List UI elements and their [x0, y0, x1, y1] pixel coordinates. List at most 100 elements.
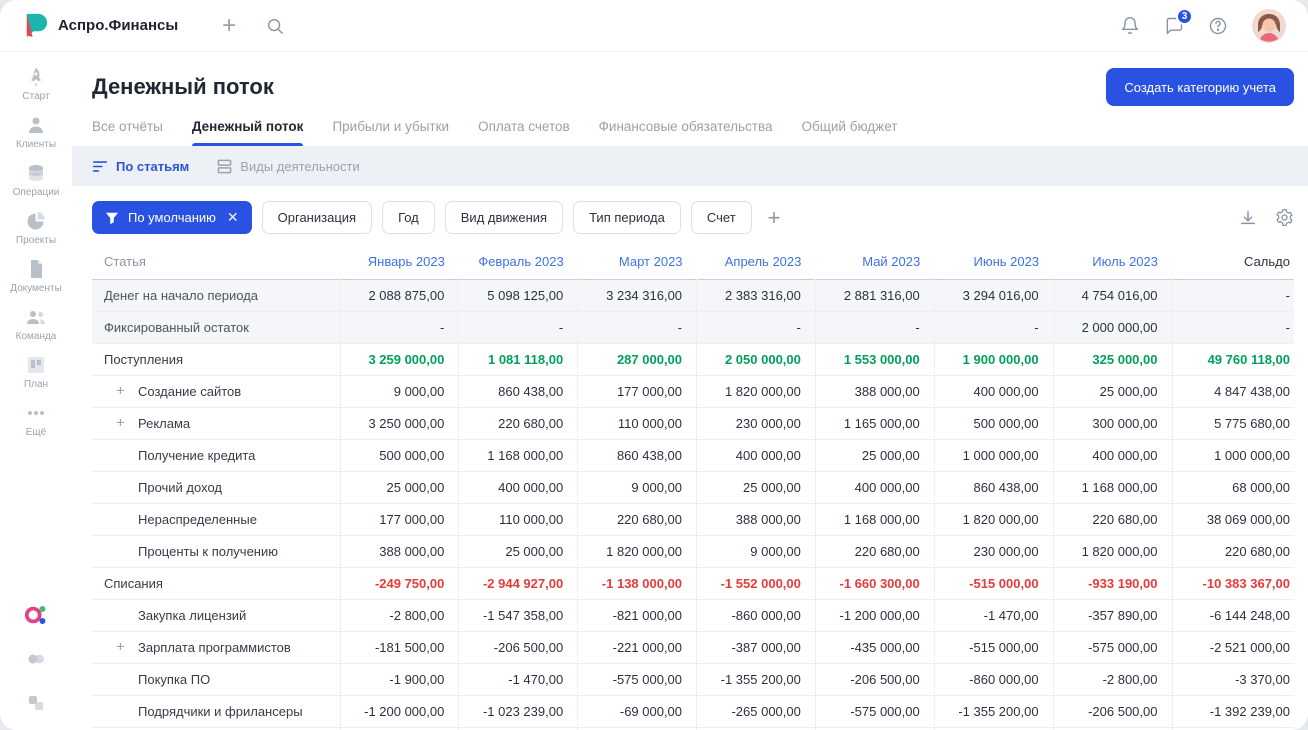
table-row[interactable]: Покупка ПО -1 900,00 -1 470,00 -575 000,00-… [92, 663, 1294, 696]
search-button[interactable] [266, 17, 284, 35]
table-row[interactable]: Получение кредита 500 000,00 1 168 000,00 8… [92, 439, 1294, 472]
cell-value: - [577, 311, 697, 344]
row-label: Покупка ПО [92, 663, 340, 696]
row-label: Закупка лицензий [92, 599, 340, 632]
aspro-brand-icon[interactable] [24, 604, 48, 626]
sidebar-item-plan[interactable]: План [24, 354, 48, 390]
cell-value: -1 200 000,00 [339, 695, 459, 728]
cell-value: 5 098 125,00 [458, 279, 578, 312]
table-row[interactable]: Закупка лицензий -2 800,00 -1 547 358,00 -8… [92, 599, 1294, 632]
cell-value: -1 660 300,00 [814, 567, 935, 600]
table-row[interactable]: Фиксированный остаток - - - - - -2 000 000,00- [92, 311, 1294, 344]
filter-chip-4[interactable]: Счет [690, 201, 752, 234]
tab-liabilities[interactable]: Финансовые обязательства [599, 119, 773, 146]
cell-value: 860 438,00 [577, 439, 697, 472]
cell-saldo: - [1171, 279, 1294, 312]
row-label: Списания [92, 567, 340, 600]
sidebar-item-clients[interactable]: Клиенты [16, 114, 56, 150]
active-filter-chip[interactable]: По умолчанию ✕ [92, 201, 252, 234]
puzzle-icon[interactable] [26, 648, 46, 670]
table-row[interactable]: Прочий доход 25 000,00 400 000,00 9 000,00 2… [92, 471, 1294, 504]
sidebar-item-operations[interactable]: Операции [12, 162, 60, 198]
add-filter-button[interactable]: + [768, 206, 781, 229]
col-month-2[interactable]: Март 2023 [578, 245, 697, 279]
cell-value: -1 023 239,00 [458, 695, 578, 728]
table-row[interactable]: Списания -249 750,00 -2 944 927,00 -1 138 0… [92, 567, 1294, 600]
grid-icon [217, 159, 232, 174]
tab-cash-flow[interactable]: Денежный поток [191, 119, 303, 146]
col-month-5[interactable]: Июнь 2023 [934, 245, 1053, 279]
filter-chip-3[interactable]: Тип периода [573, 201, 681, 234]
topbar-left: Аспро.Финансы + [22, 12, 284, 39]
col-month-3[interactable]: Апрель 2023 [697, 245, 816, 279]
filter-chip-2[interactable]: Вид движения [444, 201, 564, 234]
sidebar-item-more[interactable]: Ещё [25, 402, 47, 438]
tab-invoice-payment[interactable]: Оплата счетов [478, 119, 570, 146]
documents-icon [25, 258, 47, 280]
clear-filter-icon[interactable]: ✕ [227, 209, 239, 226]
cell-value: -265 000,00 [696, 695, 816, 728]
sidebar-item-start[interactable]: Старт [22, 66, 50, 102]
sidebar-item-label: План [23, 379, 49, 390]
expand-icon[interactable]: + [116, 640, 125, 655]
help-button[interactable] [1208, 16, 1228, 36]
sidebar-item-projects[interactable]: Проекты [16, 210, 56, 246]
cell-value: 500 000,00 [339, 439, 459, 472]
expand-icon[interactable]: + [116, 384, 125, 399]
app-body: Старт Клиенты Операции Проекты Документы Кома… [0, 52, 1308, 730]
more-icon [25, 402, 47, 424]
cell-value: -249 750,00 [339, 567, 459, 600]
sidebar-item-team[interactable]: Команда [16, 306, 56, 342]
table-row[interactable]: Нераспределенные 177 000,00 110 000,00 220 … [92, 503, 1294, 536]
table-row[interactable]: Поступления 3 259 000,00 1 081 118,00 287 0… [92, 343, 1294, 376]
row-label: + Создание сайтов [92, 375, 340, 408]
table-row[interactable]: Подрядчики и фрилансеры -1 200 000,00 -1 0… [92, 695, 1294, 728]
table-row[interactable]: Денег на начало периода 2 088 875,00 5 098… [92, 279, 1294, 312]
expand-icon[interactable]: + [116, 416, 125, 431]
operations-icon [25, 162, 47, 184]
funnel-icon [105, 211, 119, 225]
filter-chip-1[interactable]: Год [382, 201, 435, 234]
quick-add-button[interactable]: + [222, 13, 236, 38]
table-row[interactable]: + Зарплата программистов -181 500,00 -206 5… [92, 631, 1294, 664]
export-button[interactable] [1239, 209, 1257, 227]
cell-value: -2 800,00 [1052, 663, 1172, 696]
cell-value: 287 000,00 [577, 343, 697, 376]
filter-chip-0[interactable]: Организация [261, 201, 373, 234]
cell-value: 2 050 000,00 [696, 343, 816, 376]
app-window: Аспро.Финансы + 3 Старт Клиенты Операции… [0, 0, 1308, 730]
col-month-1[interactable]: Февраль 2023 [459, 245, 578, 279]
notifications-button[interactable] [1120, 16, 1140, 36]
cell-value: -1 547 358,00 [458, 599, 578, 632]
cell-value: -1 355 200,00 [696, 663, 816, 696]
row-label: Поступления [92, 343, 340, 376]
tab-profit-loss[interactable]: Прибыли и убытки [332, 119, 449, 146]
active-filter-label: По умолчанию [128, 210, 216, 225]
chat-button[interactable]: 3 [1164, 7, 1193, 36]
tab-all-reports[interactable]: Все отчёты [92, 119, 163, 146]
subtab-by-articles[interactable]: По статьям [92, 159, 189, 174]
sidebar-item-documents[interactable]: Документы [10, 258, 62, 294]
col-month-6[interactable]: Июль 2023 [1053, 245, 1172, 279]
cell-saldo: 68 000,00 [1171, 471, 1294, 504]
cell-value: 860 438,00 [933, 471, 1054, 504]
table-row[interactable]: + Создание сайтов 9 000,00 860 438,00 177 00… [92, 375, 1294, 408]
table-body: Денег на начало периода 2 088 875,00 5 098… [92, 279, 1294, 730]
settings-button[interactable] [1275, 208, 1294, 227]
subtab-activity-types[interactable]: Виды деятельности [217, 159, 360, 174]
col-month-0[interactable]: Январь 2023 [340, 245, 459, 279]
cell-value: 230 000,00 [696, 407, 816, 440]
col-article: Статья [104, 254, 146, 270]
cell-value: - [814, 311, 935, 344]
cell-value: -435 000,00 [814, 631, 935, 664]
cell-saldo: -3 370,00 [1171, 663, 1294, 696]
table-row[interactable]: Проценты к получению 388 000,00 25 000,00 1… [92, 535, 1294, 568]
user-avatar[interactable] [1252, 8, 1286, 43]
tab-budget[interactable]: Общий бюджет [802, 119, 898, 146]
sidebar-item-label: Документы [10, 283, 62, 294]
table-row[interactable]: + Реклама 3 250 000,00 220 680,00 110 000,00… [92, 407, 1294, 440]
col-month-4[interactable]: Май 2023 [815, 245, 934, 279]
cube-icon[interactable] [26, 692, 46, 714]
sidebar-item-label: Операции [12, 187, 60, 198]
create-category-button[interactable]: Создать категорию учета [1106, 68, 1294, 106]
